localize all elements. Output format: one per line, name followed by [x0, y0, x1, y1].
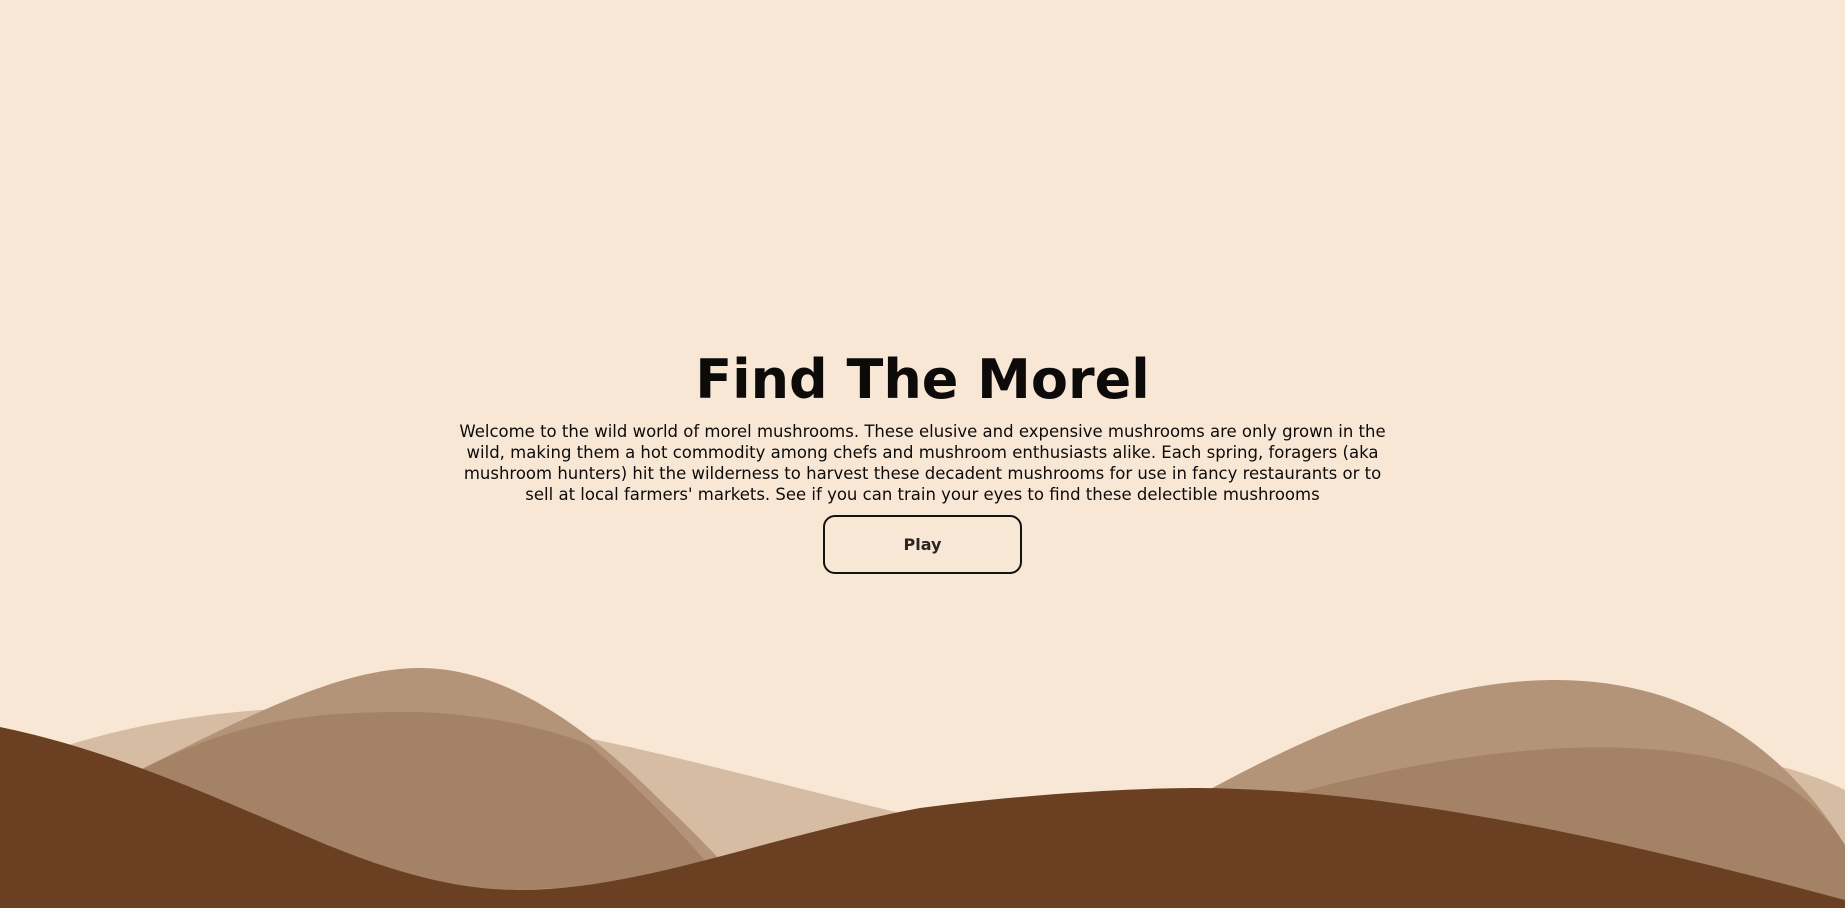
hero-section: Find The Morel Welcome to the wild world…	[0, 345, 1845, 574]
play-button[interactable]: Play	[823, 515, 1022, 574]
intro-text: Welcome to the wild world of morel mushr…	[459, 422, 1386, 504]
page-title: Find The Morel	[695, 348, 1150, 411]
start-screen: Find The Morel Welcome to the wild world…	[0, 0, 1845, 908]
